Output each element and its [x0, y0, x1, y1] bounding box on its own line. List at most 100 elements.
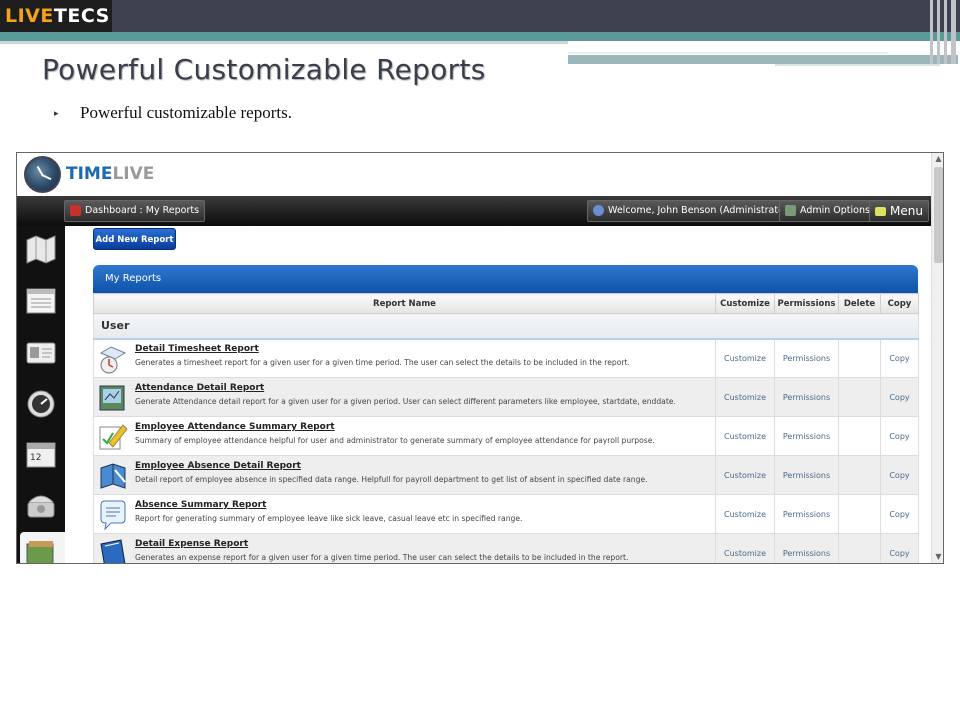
bullet-arrow-icon: ▸ [54, 107, 59, 118]
main-content: Add New Report My Reports Report Name Cu… [65, 226, 931, 563]
report-description: Generate Attendance detail report for a … [135, 397, 676, 406]
gauge-icon[interactable] [23, 389, 58, 419]
my-reports-panel: My Reports Report Name Customize Permiss… [93, 265, 919, 563]
delete-cell[interactable] [838, 338, 881, 378]
copy-link[interactable]: Copy [880, 494, 919, 534]
app-header: TIMELIVE [17, 153, 931, 196]
permissions-link[interactable]: Permissions [774, 338, 839, 378]
pencil-icon [97, 421, 129, 453]
report-title-link[interactable]: Attendance Detail Report [135, 383, 676, 393]
top-navbar: Dashboard : My Reports Welcome, John Ben… [17, 196, 931, 226]
report-title-link[interactable]: Employee Absence Detail Report [135, 461, 648, 471]
slide-title: Powerful Customizable Reports [42, 53, 486, 86]
copy-link[interactable]: Copy [880, 338, 919, 378]
table-row: Detail Expense Report Generates an expens… [93, 533, 919, 563]
map-icon[interactable] [23, 234, 58, 264]
document-icon[interactable] [23, 286, 58, 316]
dashboard-breadcrumb-button[interactable]: Dashboard : My Reports [64, 200, 206, 222]
decorative-stripe [568, 52, 888, 54]
delete-cell[interactable] [838, 533, 881, 563]
id-card-icon[interactable] [23, 338, 58, 368]
menu-icon [875, 207, 886, 216]
report-name-cell: Detail Timesheet Report Generates a times… [93, 338, 716, 378]
column-header-delete[interactable]: Delete [838, 293, 881, 314]
scroll-thumb[interactable] [934, 167, 943, 263]
decorative-bar [944, 0, 947, 64]
column-header-report-name[interactable]: Report Name [93, 293, 716, 314]
group-label: User [93, 313, 919, 340]
permissions-link[interactable]: Permissions [774, 494, 839, 534]
copy-link[interactable]: Copy [880, 416, 919, 456]
panel-title: My Reports [93, 265, 918, 293]
report-description: Detail report of employee absence in spe… [135, 475, 648, 484]
permissions-link[interactable]: Permissions [774, 533, 839, 563]
group-row-user: User [93, 313, 919, 340]
report-title-link[interactable]: Absence Summary Report [135, 500, 522, 510]
column-header-permissions[interactable]: Permissions [774, 293, 839, 314]
speech-bubble-icon [97, 499, 129, 531]
reports-table: Report Name Customize Permissions Delete… [93, 293, 919, 563]
column-header-customize[interactable]: Customize [715, 293, 775, 314]
decorative-bar [930, 0, 933, 64]
copy-link[interactable]: Copy [880, 533, 919, 563]
telephone-icon[interactable] [23, 490, 58, 520]
decorative-stripe [568, 55, 958, 64]
dashboard-icon [70, 205, 81, 216]
attendance-icon [97, 382, 129, 414]
customize-link[interactable]: Customize [715, 377, 775, 417]
scroll-down-icon[interactable]: ▼ [933, 551, 943, 563]
delete-cell[interactable] [838, 494, 881, 534]
customize-link[interactable]: Customize [715, 416, 775, 456]
app-screenshot: TIMELIVE Dashboard : My Reports Welcome,… [16, 152, 944, 564]
sidebar-item-reports[interactable] [20, 532, 65, 563]
permissions-link[interactable]: Permissions [774, 455, 839, 495]
table-row: Employee Attendance Summary Report Summar… [93, 416, 919, 456]
report-description: Generates a timesheet report for a given… [135, 358, 630, 368]
calendar-icon[interactable]: 12 [23, 439, 58, 469]
delete-cell[interactable] [838, 377, 881, 417]
expense-book-icon [97, 538, 129, 563]
clock-logo-icon [24, 156, 61, 193]
decorative-bar [937, 0, 940, 64]
customize-link[interactable]: Customize [715, 455, 775, 495]
copy-link[interactable]: Copy [880, 455, 919, 495]
sidebar: 12 [17, 226, 65, 563]
welcome-user-button[interactable]: Welcome, John Benson (Administrator) [587, 200, 798, 222]
report-name-cell: Employee Attendance Summary Report Summar… [93, 416, 716, 456]
report-description: Summary of employee attendance helpful f… [135, 436, 655, 445]
permissions-link[interactable]: Permissions [774, 377, 839, 417]
timesheet-icon [97, 343, 129, 375]
report-name-cell: Absence Summary Report Report for generat… [93, 494, 716, 534]
decorative-stripe [0, 41, 568, 44]
vertical-scrollbar[interactable]: ▲ ▼ [931, 153, 943, 563]
admin-icon [785, 205, 796, 216]
bullet-item: ▸ Powerful customizable reports. [54, 103, 292, 123]
scroll-up-icon[interactable]: ▲ [933, 153, 943, 165]
slide-top-bar [0, 0, 960, 32]
column-header-copy[interactable]: Copy [880, 293, 919, 314]
delete-cell[interactable] [838, 416, 881, 456]
customize-link[interactable]: Customize [715, 338, 775, 378]
table-header-row: Report Name Customize Permissions Delete… [93, 293, 919, 314]
report-name-cell: Employee Absence Detail Report Detail rep… [93, 455, 716, 495]
copy-link[interactable]: Copy [880, 377, 919, 417]
permissions-link[interactable]: Permissions [774, 416, 839, 456]
customize-link[interactable]: Customize [715, 494, 775, 534]
customize-link[interactable]: Customize [715, 533, 775, 563]
book-icon [97, 460, 129, 492]
add-new-report-button[interactable]: Add New Report [93, 228, 176, 250]
report-title-link[interactable]: Employee Attendance Summary Report [135, 422, 655, 432]
table-row: Employee Absence Detail Report Detail rep… [93, 455, 919, 495]
delete-cell[interactable] [838, 455, 881, 495]
table-row: Attendance Detail Report Generate Attenda… [93, 377, 919, 417]
report-title-link[interactable]: Detail Timesheet Report [135, 344, 630, 354]
report-description: Report for generating summary of employe… [135, 514, 523, 523]
report-name-cell: Detail Expense Report Generates an expens… [93, 533, 716, 563]
admin-options-button[interactable]: Admin Options [779, 200, 876, 222]
timelive-brand: TIMELIVE [66, 164, 155, 184]
report-title-link[interactable]: Detail Expense Report [135, 539, 628, 549]
menu-button[interactable]: Menu [869, 200, 929, 222]
livetecs-logo: LIVETECS [0, 0, 112, 32]
report-description: Generates an expense report for a given … [135, 553, 629, 562]
svg-text:12: 12 [30, 453, 41, 463]
